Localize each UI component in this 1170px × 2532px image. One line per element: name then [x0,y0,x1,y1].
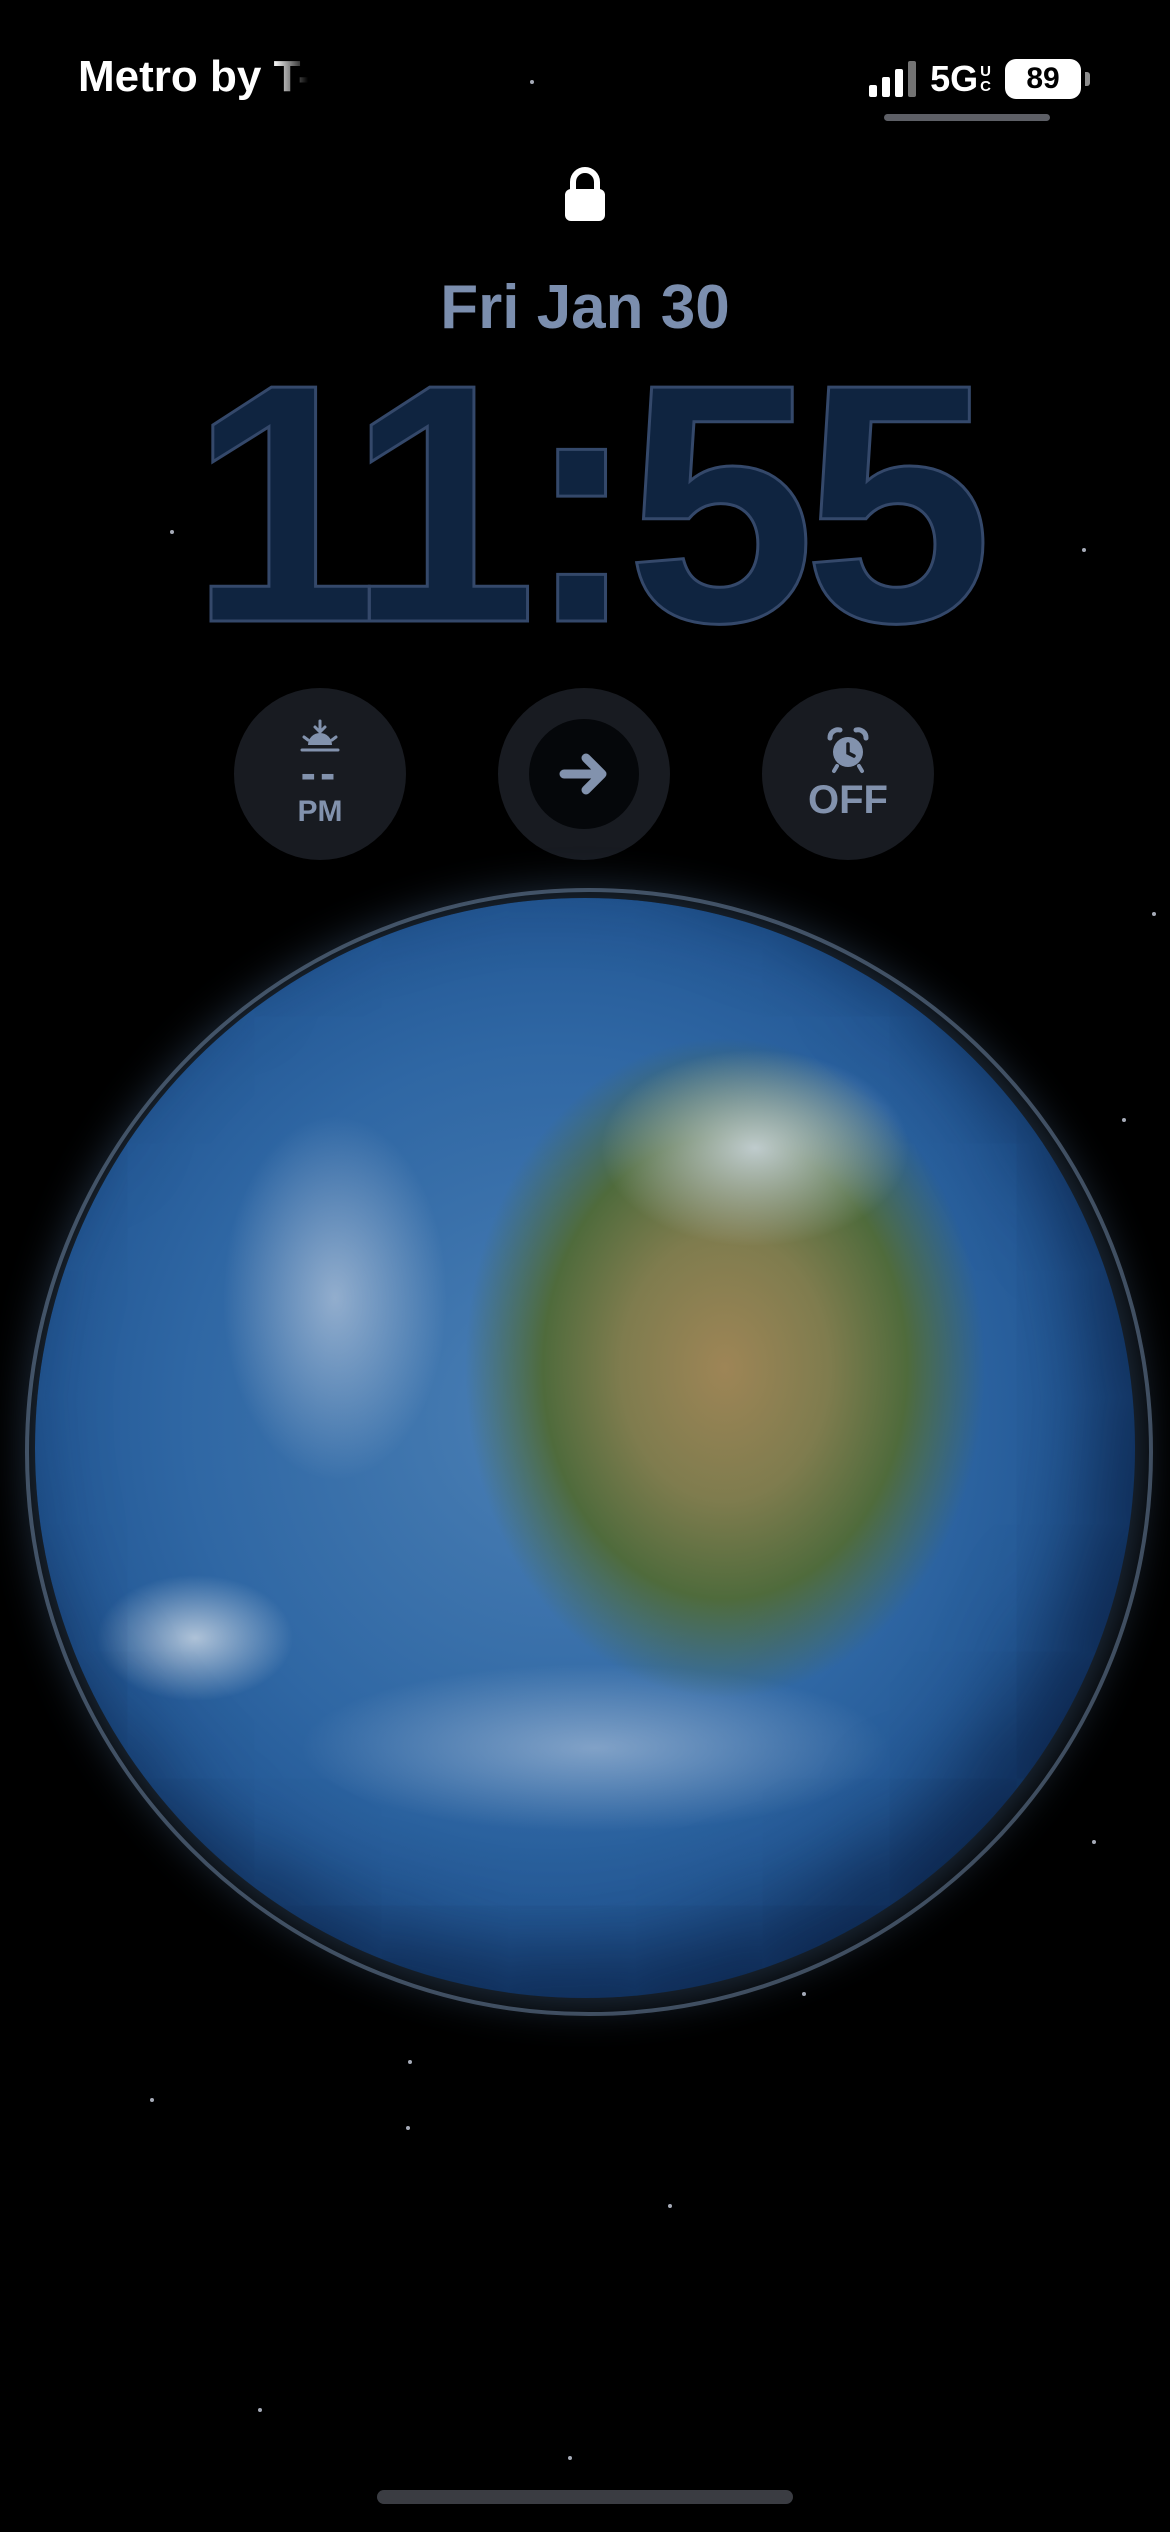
network-superscript: U C [980,63,991,95]
alarm-status: OFF [808,777,888,822]
home-indicator[interactable] [377,2490,793,2504]
star [668,2204,672,2208]
battery-cap [1085,72,1090,86]
star [150,2098,154,2102]
carrier-name: Metro by T-Mobile [78,52,308,101]
sunset-widget[interactable]: -- PM [234,688,406,860]
arrow-right-icon [559,753,607,795]
star [258,2408,262,2412]
star [1152,912,1156,916]
battery-level: 89 [1026,62,1060,95]
earth-globe-wallpaper [35,898,1135,1998]
star [408,2060,412,2064]
star [406,2126,410,2130]
status-bar: Metro by T-Mobile 5G U C 89 [0,0,1170,140]
lock-screen: Metro by T-Mobile 5G U C 89 [0,0,1170,2532]
star [1122,1118,1126,1122]
star [802,1992,806,1996]
sunset-time: -- [300,747,340,799]
star [568,2456,572,2460]
sunset-period: PM [297,795,343,828]
alarm-widget[interactable]: OFF [762,688,934,860]
status-indicators: 5G U C 89 [869,56,1090,102]
network-label: 5G [930,58,979,99]
shortcut-button[interactable] [529,719,639,829]
shortcut-widget[interactable] [498,688,670,860]
star [1092,1840,1096,1844]
clock-time: 11:55 [188,314,994,694]
battery-icon: 89 [1005,59,1081,99]
control-center-handle[interactable] [884,114,1050,121]
signal-bars-icon [869,61,917,97]
alarm-clock-icon [827,726,869,773]
network-type: 5G U C [930,58,991,100]
lock-icon [565,167,605,221]
